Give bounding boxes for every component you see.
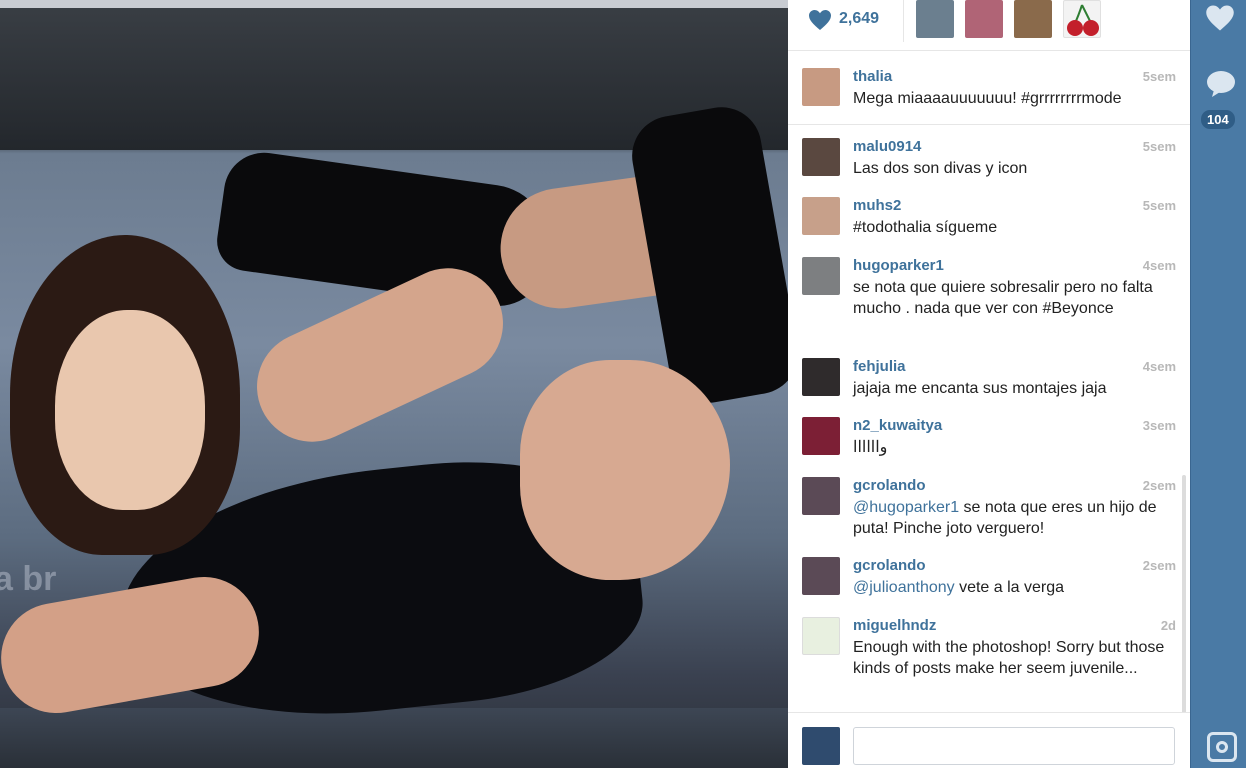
comment-username[interactable]: hugoparker1 (853, 257, 944, 274)
liker-avatar[interactable] (1063, 0, 1101, 38)
comment-time: 2sem (1142, 478, 1176, 493)
comment-text: jajaja me encanta sus montajes jaja (853, 380, 1107, 397)
comment-time: 3sem (1142, 418, 1176, 433)
comment-username[interactable]: gcrolando (853, 557, 926, 574)
comment-text: Enough with the photoshop! Sorry but tho… (853, 639, 1165, 677)
photo-top-strip (0, 0, 788, 8)
comment-time: 4sem (1142, 258, 1176, 273)
avatar[interactable] (802, 257, 840, 295)
avatar[interactable] (802, 197, 840, 235)
comment-time: 5sem (1142, 198, 1176, 213)
avatar[interactable] (802, 557, 840, 595)
comment-text: @hugoparker1 se nota que eres un hijo de… (853, 498, 1173, 539)
avatar[interactable] (802, 617, 840, 655)
comment-text: #todothalia sígueme (853, 219, 998, 236)
comment-time: 5sem (1142, 139, 1176, 154)
action-rail: 104 (1190, 0, 1246, 768)
comment-composer (788, 712, 1190, 769)
likes-count[interactable]: 2,649 (839, 10, 879, 28)
comment-username[interactable]: fehjulia (853, 358, 906, 375)
comment-username[interactable]: thalia (853, 68, 892, 85)
comment-text: se nota que quiere sobresalir pero no fa… (853, 279, 1153, 317)
comment-body: vete a la verga (954, 579, 1065, 596)
comment-text: Las dos son divas y icon (853, 160, 1028, 177)
photo-thigh (520, 360, 730, 580)
avatar[interactable] (802, 417, 840, 455)
photo-floor (0, 708, 788, 768)
heart-icon[interactable] (1205, 4, 1235, 32)
comments-count-badge[interactable]: 104 (1201, 110, 1235, 129)
comment-mention[interactable]: @julioanthony (853, 579, 955, 596)
likes-bar: 2,649 (788, 0, 1190, 51)
comments-scrollbar[interactable] (1182, 475, 1186, 715)
cherry-icon (1067, 4, 1099, 36)
post-details-panel: 2,649 thalia 5sem Mega miaaaauuuuuuu! #g… (788, 0, 1190, 769)
comment-input[interactable] (853, 727, 1175, 765)
caption-divider (788, 124, 1190, 125)
comment-username[interactable]: malu0914 (853, 138, 921, 155)
comment-username[interactable]: gcrolando (853, 477, 926, 494)
current-user-avatar (802, 727, 840, 765)
comment-text: Mega miaaaauuuuuuu! #grrrrrrrrmode (853, 90, 1122, 107)
liker-avatar[interactable] (965, 0, 1003, 38)
camera-icon[interactable] (1207, 732, 1237, 762)
comment-text: @julioanthony vete a la verga (853, 578, 1173, 599)
comment-mention[interactable]: @hugoparker1 (853, 499, 959, 516)
comment-time: 2sem (1142, 558, 1176, 573)
comment-username[interactable]: miguelhndz (853, 617, 936, 634)
comment-username[interactable]: n2_kuwaitya (853, 417, 942, 434)
avatar[interactable] (802, 68, 840, 106)
photo-watermark: a br (0, 560, 57, 598)
post-photo[interactable]: a br (0, 0, 788, 768)
avatar[interactable] (802, 138, 840, 176)
comment-time: 2d (1160, 618, 1176, 633)
liker-avatar[interactable] (1014, 0, 1052, 38)
comment-text: واااااا (853, 439, 888, 456)
speech-bubble-icon[interactable] (1206, 70, 1236, 98)
comment-time: 4sem (1142, 359, 1176, 374)
likes-separator (903, 0, 904, 42)
heart-icon[interactable] (808, 9, 832, 31)
comment-username[interactable]: muhs2 (853, 197, 901, 214)
liker-avatar[interactable] (916, 0, 954, 38)
comment-time: 5sem (1142, 69, 1176, 84)
photo-face (55, 310, 205, 510)
avatar[interactable] (802, 477, 840, 515)
avatar[interactable] (802, 358, 840, 396)
